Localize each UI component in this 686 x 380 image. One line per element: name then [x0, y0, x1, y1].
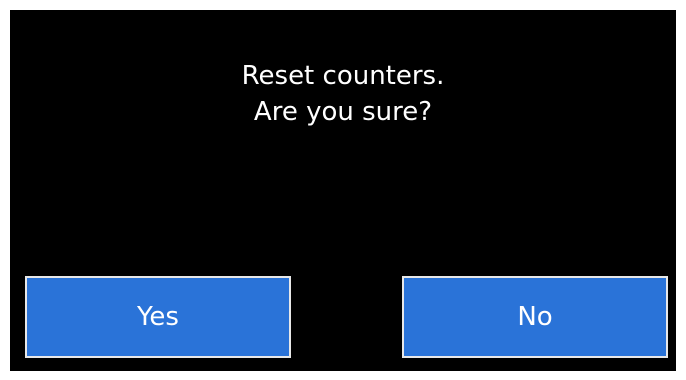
no-button[interactable]: No	[402, 276, 668, 358]
message-line-1: Reset counters.	[241, 61, 445, 91]
confirmation-dialog: Reset counters. Are you sure? Yes No	[10, 10, 676, 371]
device-frame: Reset counters. Are you sure? Yes No	[0, 0, 686, 380]
confirmation-message: Reset counters. Are you sure?	[10, 58, 676, 130]
yes-button[interactable]: Yes	[25, 276, 291, 358]
message-line-2: Are you sure?	[253, 97, 433, 127]
